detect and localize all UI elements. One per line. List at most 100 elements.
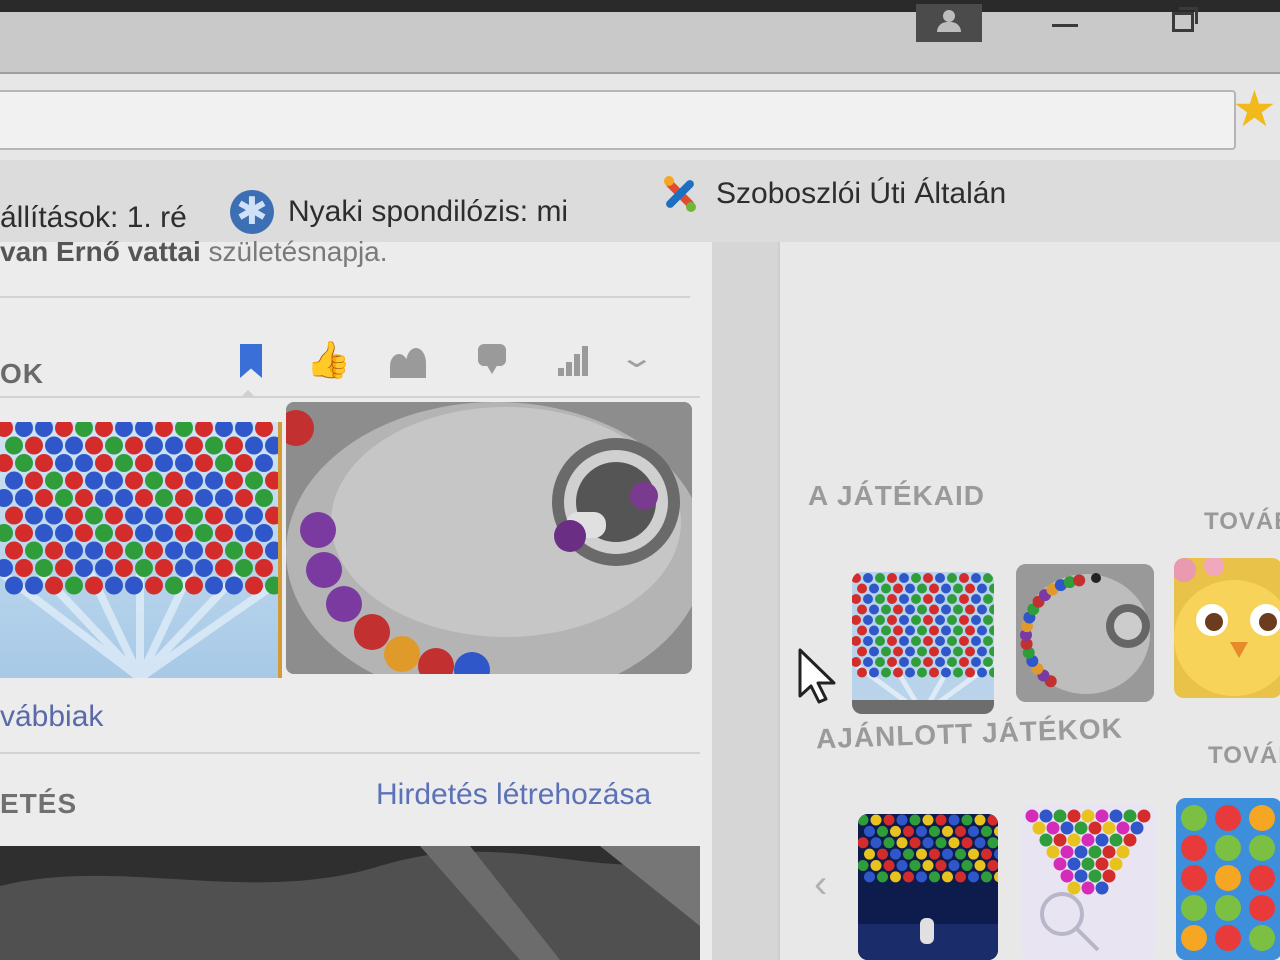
bubble (961, 814, 973, 826)
bubble (881, 667, 891, 678)
thumbs-up-tab-icon[interactable]: 👍 (306, 340, 351, 380)
bubble (45, 576, 63, 595)
ranking-tab-icon[interactable] (554, 340, 594, 380)
bubble (85, 576, 103, 595)
chevron-down-icon[interactable]: ⌄ (618, 340, 682, 380)
recommended-game-tile-1[interactable] (858, 814, 998, 960)
bubble (887, 573, 897, 583)
bubble (235, 524, 253, 542)
bubble (883, 814, 895, 826)
profile-button[interactable] (916, 4, 982, 42)
marble (354, 614, 390, 650)
bubble (863, 636, 873, 646)
bubble (858, 837, 869, 849)
bubble (15, 559, 33, 577)
bubble (935, 573, 945, 583)
bubble (965, 646, 975, 657)
bubble (911, 657, 921, 667)
bubble (935, 657, 945, 667)
bubble (875, 636, 885, 646)
bubble (899, 594, 909, 604)
divider (0, 396, 700, 398)
bubble (255, 559, 273, 577)
bubble (135, 489, 153, 507)
recommended-game-tile-3[interactable] (1176, 798, 1280, 960)
minimize-button[interactable] (1052, 24, 1078, 27)
your-game-tile-3[interactable] (1174, 558, 1280, 698)
marble (1073, 574, 1086, 587)
your-game-tile-2[interactable] (1016, 564, 1154, 702)
bubble (155, 454, 173, 472)
bubble (185, 506, 203, 525)
bookmark-item-2[interactable]: Nyaki spondilózis: mi (230, 190, 610, 234)
marble (300, 512, 336, 548)
bubble (55, 454, 73, 472)
bubble (869, 646, 879, 657)
bubble (857, 667, 867, 678)
game-thumbnail-marble-game[interactable] (286, 402, 692, 674)
bubble (1081, 881, 1095, 895)
bubble (235, 559, 253, 577)
restore-button[interactable] (1172, 7, 1198, 32)
bookmark-item-1[interactable]: állítások: 1. ré (0, 200, 190, 235)
bubble (947, 615, 957, 625)
bubble (890, 825, 901, 837)
games-tab-icons: 👍 ⌄ (228, 340, 678, 398)
bookmark-item-3[interactable]: Szoboszlói Úti Általán (658, 172, 1050, 216)
your-game-tile-1[interactable] (852, 572, 994, 714)
game-thumbnail-bubble-shooter[interactable] (0, 422, 282, 678)
bubble (864, 825, 875, 837)
bubble (953, 625, 963, 636)
user-icon-body (937, 22, 961, 32)
fruit (1181, 835, 1207, 861)
bubble (983, 573, 993, 583)
bubble (971, 615, 981, 625)
bubble (935, 837, 947, 849)
fruit-match-icon (1176, 798, 1280, 960)
bubble (125, 541, 143, 560)
bubble (245, 471, 263, 490)
bubble (175, 454, 193, 472)
bookmark-star-icon[interactable]: ★ (1232, 84, 1277, 134)
bubble (25, 541, 43, 560)
bubble (1095, 857, 1109, 871)
bubble (15, 489, 33, 507)
bubble (225, 471, 243, 490)
friends-tab-icon[interactable] (386, 340, 426, 380)
bubble (981, 825, 992, 837)
bubble (896, 860, 908, 871)
create-ad-link[interactable]: Hirdetés létrehozása (376, 778, 651, 812)
bubble (215, 524, 233, 542)
chevron-left-icon[interactable]: ‹ (814, 862, 827, 907)
bookmark-tab-icon[interactable] (232, 340, 272, 398)
bubble (215, 559, 233, 577)
recommended-game-tile-2[interactable] (1022, 804, 1156, 960)
bubble (15, 454, 33, 472)
ad-image[interactable] (0, 846, 700, 960)
bubble (887, 594, 897, 604)
bubble (45, 436, 63, 455)
bubble (125, 436, 143, 455)
bubble (225, 436, 243, 455)
bubble (947, 573, 957, 583)
bubble (869, 625, 879, 636)
bubble (35, 454, 53, 472)
recommended-games-more-link[interactable]: TOVÁB (1208, 742, 1280, 770)
bubble (893, 625, 903, 636)
your-games-more-link[interactable]: TOVÁB (1204, 508, 1280, 536)
bubble (225, 541, 243, 560)
more-games-link[interactable]: vábbiak (0, 700, 103, 734)
bubble (1053, 857, 1067, 871)
bubble (875, 615, 885, 625)
chat-tab-icon[interactable] (472, 340, 512, 380)
recommended-games-title: AJÁNLOTT JÁTÉKOK (815, 712, 1124, 755)
bubble (911, 615, 921, 625)
bubble (25, 436, 43, 455)
bubble (55, 559, 73, 577)
bubble (215, 489, 233, 507)
address-input[interactable] (0, 90, 1236, 150)
bubble (225, 576, 243, 595)
bubble (941, 646, 951, 657)
bubble (977, 583, 987, 594)
post-author[interactable]: van Ernő vattai (0, 236, 201, 267)
